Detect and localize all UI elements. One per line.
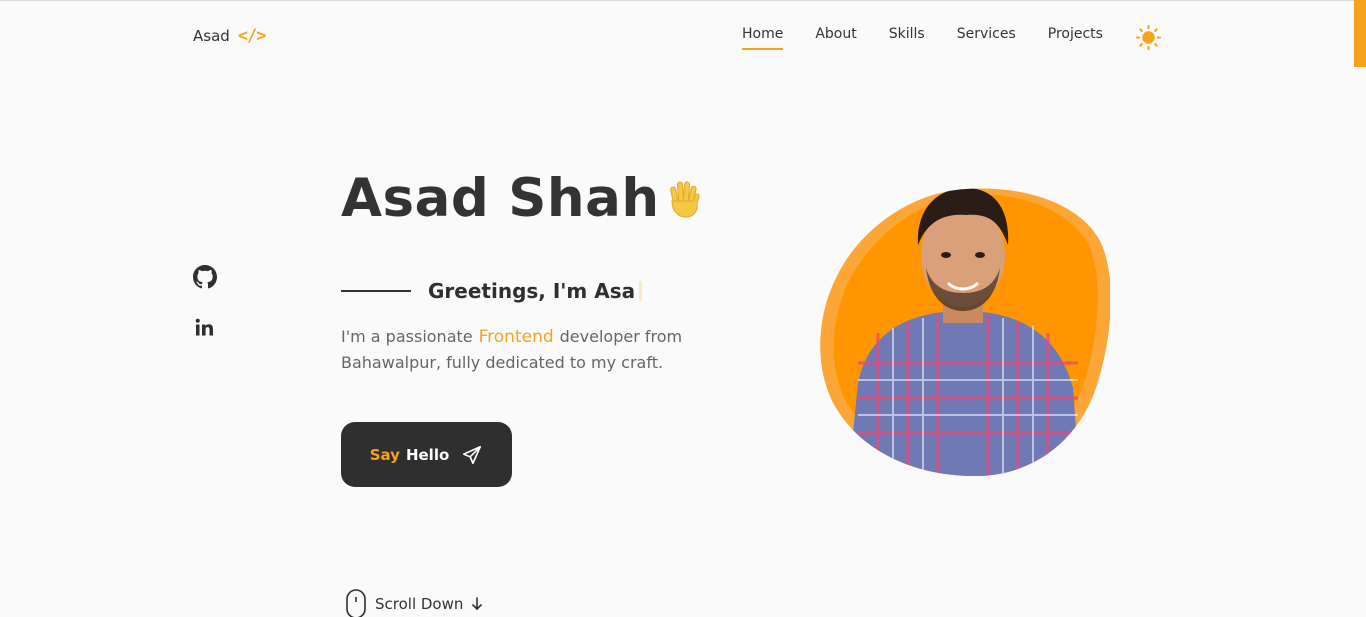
scroll-progress-indicator <box>1354 0 1366 67</box>
hero-name-text: Asad Shah <box>341 168 660 229</box>
linkedin-icon <box>195 318 213 336</box>
paper-plane-icon <box>463 445 482 464</box>
greeting-divider <box>341 290 411 292</box>
github-link[interactable] <box>193 265 217 289</box>
cta-word-say: Say <box>369 445 400 464</box>
brand-logo[interactable]: Asad </> <box>193 26 267 46</box>
arrow-down-icon <box>472 597 483 611</box>
profile-image <box>818 183 1111 477</box>
hero-description: I'm a passionate Frontend developer from B… <box>341 324 701 375</box>
desc-before: I'm a passionate <box>341 327 473 346</box>
scroll-down-link[interactable]: Scroll Down <box>345 589 483 617</box>
desc-accent: Frontend <box>478 327 554 347</box>
waving-hand-icon <box>669 180 700 218</box>
nav-item-about[interactable]: About <box>815 26 856 46</box>
main-nav: Home About Skills Services Projects <box>742 26 1103 50</box>
nav-item-home[interactable]: Home <box>742 26 784 50</box>
top-border <box>0 0 1366 1</box>
nav-item-skills[interactable]: Skills <box>889 26 925 46</box>
github-icon <box>193 265 217 289</box>
nav-item-projects[interactable]: Projects <box>1048 26 1103 46</box>
nav-item-services[interactable]: Services <box>957 26 1016 46</box>
cta-word-hello: Hello <box>405 445 450 464</box>
scroll-down-label: Scroll Down <box>375 595 464 613</box>
hero-name: Asad Shah <box>341 168 704 229</box>
typing-caret <box>639 281 643 301</box>
sun-icon <box>1136 25 1161 50</box>
say-hello-button[interactable]: Say Hello <box>341 422 512 487</box>
social-links <box>193 265 217 340</box>
theme-toggle-button[interactable] <box>1136 25 1161 50</box>
code-icon: </> <box>237 26 267 46</box>
greeting-row: Greetings, I'm Asa <box>341 279 643 303</box>
brand-name: Asad <box>193 27 230 45</box>
linkedin-link[interactable] <box>193 316 217 340</box>
mouse-icon <box>346 589 366 617</box>
greeting-typewriter: Greetings, I'm Asa <box>428 279 636 303</box>
